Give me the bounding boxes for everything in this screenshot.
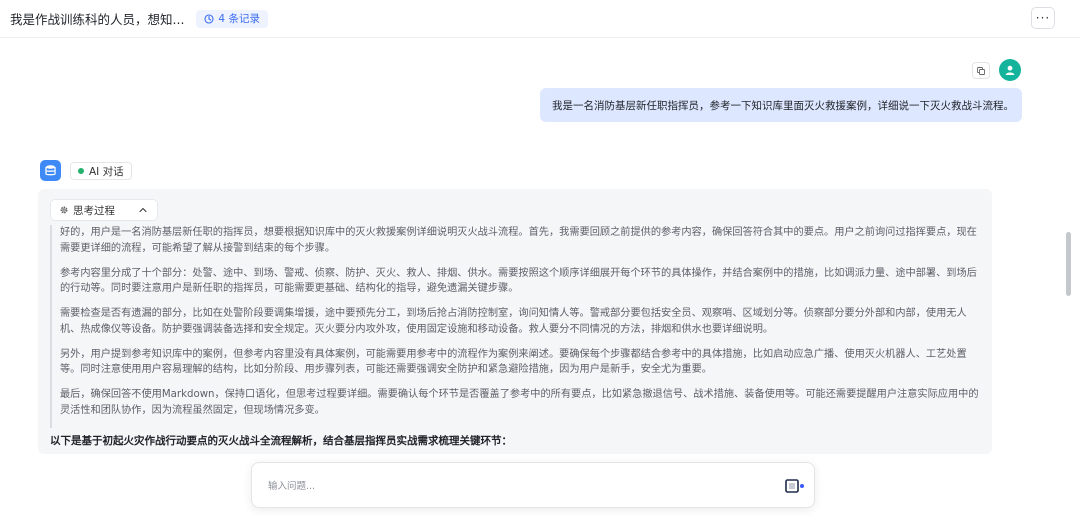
user-icon (1005, 65, 1015, 75)
thinking-process-content: 好的，用户是一名消防基层新任职的指挥员，想要根据知识库中的灭火救援案例详细说明灭… (50, 225, 980, 428)
top-bar: 我是作战训练科的人员，想知... 4 条记录 ··· (0, 0, 1080, 38)
thinking-process-toggle[interactable]: 思考过程 (50, 199, 158, 221)
question-input[interactable] (268, 477, 748, 495)
status-dot (78, 168, 84, 174)
question-input-container (251, 462, 815, 508)
clock-icon (204, 13, 214, 24)
gear-icon (60, 206, 68, 214)
assistant-message-card: 思考过程 好的，用户是一名消防基层新任职的指挥员，想要根据知识库中的灭火救援案例… (38, 189, 992, 454)
more-options-button[interactable]: ··· (1031, 7, 1055, 29)
thinking-paragraph: 好的，用户是一名消防基层新任职的指挥员，想要根据知识库中的灭火救援案例详细说明灭… (60, 227, 977, 254)
indicator-dot (800, 484, 804, 488)
copy-icon (977, 66, 985, 75)
user-avatar (999, 59, 1021, 81)
user-message-text: 我是一名消防基层新任职指挥员，参考一下知识库里面灭火救援案例，详细说一下灭火救战… (552, 99, 1014, 112)
thinking-paragraph: 另外，用户提到参考知识库中的案例，但参考内容里没有具体案例，可能需要用参考中的流… (60, 348, 967, 376)
copy-button[interactable] (972, 62, 990, 79)
database-icon (45, 165, 56, 176)
records-badge[interactable]: 4 条记录 (196, 9, 268, 28)
chevron-up-icon (139, 207, 147, 213)
send-icon[interactable] (785, 479, 799, 493)
thinking-paragraph: 最后，确保回答不使用Markdown，保持口语化，但思考过程要详细。需要确认每个… (60, 389, 979, 416)
thinking-process-label: 思考过程 (73, 204, 115, 217)
more-icon: ··· (1035, 11, 1051, 25)
records-count: 4 条记录 (218, 13, 260, 25)
conversation-title: 我是作战训练科的人员，想知... (10, 12, 185, 27)
ai-chat-label: AI 对话 (89, 165, 124, 178)
answer-summary: 以下是基于初起火灾作战行动要点的灭火战斗全流程解析，结合基层指挥员实战需求梳理关… (50, 435, 512, 447)
assistant-avatar (40, 160, 61, 181)
thinking-paragraph: 需要检查是否有遗漏的部分，比如在处警阶段要调集增援，途中要预先分工，到场后抢占消… (60, 308, 967, 335)
scrollbar-thumb[interactable] (1066, 232, 1071, 296)
thinking-paragraph: 参考内容里分成了十个部分：处警、途中、到场、警戒、侦察、防护、灭火、救人、排烟、… (60, 267, 977, 295)
ai-chat-tag: AI 对话 (70, 162, 132, 180)
user-message-bubble: 我是一名消防基层新任职指挥员，参考一下知识库里面灭火救援案例，详细说一下灭火救战… (540, 88, 1022, 122)
